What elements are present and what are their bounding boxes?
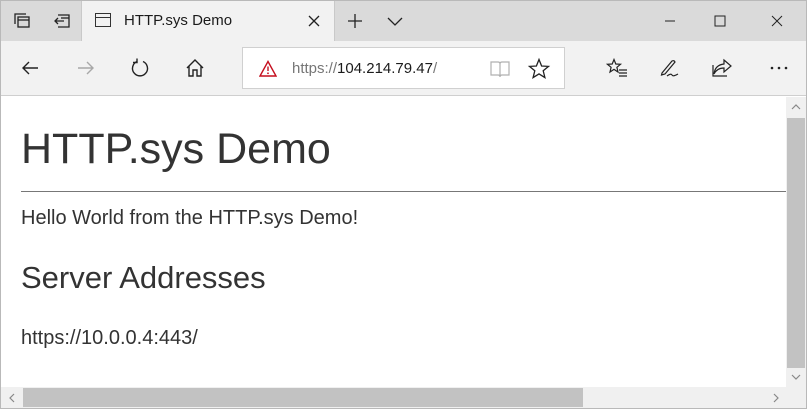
address-bar[interactable]: https://104.214.79.47/ bbox=[242, 47, 565, 89]
page-icon bbox=[95, 13, 111, 27]
pen-icon[interactable] bbox=[650, 49, 688, 87]
greeting-text: Hello World from the HTTP.sys Demo! bbox=[21, 207, 359, 229]
home-icon[interactable] bbox=[176, 49, 214, 87]
favorites-list-icon[interactable] bbox=[598, 49, 636, 87]
tab-title: HTTP.sys Demo bbox=[124, 12, 233, 29]
server-address-item: https://10.0.0.4:443/ bbox=[21, 327, 198, 349]
share-icon[interactable] bbox=[703, 49, 741, 87]
more-icon[interactable] bbox=[760, 49, 798, 87]
address-url[interactable]: https://104.214.79.47/ bbox=[292, 60, 437, 77]
active-tab[interactable]: HTTP.sys Demo bbox=[81, 1, 335, 42]
page-content: HTTP.sys Demo Hello World from the HTTP.… bbox=[1, 97, 786, 387]
close-icon[interactable] bbox=[754, 1, 800, 41]
browser-window: HTTP.sys Demo https://104.214.79.47/ HTT… bbox=[0, 0, 807, 409]
title-bar: HTTP.sys Demo bbox=[1, 1, 806, 42]
chevron-down-icon[interactable] bbox=[378, 1, 412, 41]
url-scheme: https:// bbox=[292, 60, 338, 77]
scroll-down-icon[interactable] bbox=[786, 367, 806, 387]
scrollbar-corner bbox=[786, 387, 806, 408]
url-host: 104.214.79.47 bbox=[337, 60, 433, 77]
set-aside-tabs-icon[interactable] bbox=[45, 1, 79, 41]
minimize-icon[interactable] bbox=[647, 1, 693, 41]
tab-close-icon[interactable] bbox=[304, 11, 324, 31]
back-arrow-icon[interactable] bbox=[11, 49, 49, 87]
maximize-icon[interactable] bbox=[697, 1, 743, 41]
warning-triangle-icon[interactable] bbox=[259, 60, 277, 78]
horizontal-scrollbar[interactable] bbox=[1, 387, 786, 408]
refresh-icon[interactable] bbox=[121, 49, 159, 87]
vertical-scroll-thumb[interactable] bbox=[787, 118, 805, 368]
scroll-right-icon[interactable] bbox=[765, 387, 786, 408]
plus-icon[interactable] bbox=[338, 1, 372, 41]
star-icon[interactable] bbox=[527, 57, 551, 81]
server-addresses-heading: Server Addresses bbox=[21, 260, 266, 295]
navigation-bar: https://104.214.79.47/ bbox=[1, 41, 806, 96]
scroll-left-icon[interactable] bbox=[1, 387, 22, 408]
vertical-scrollbar[interactable] bbox=[786, 97, 806, 387]
divider bbox=[21, 191, 786, 192]
forward-arrow-icon[interactable] bbox=[67, 49, 105, 87]
horizontal-scroll-thumb[interactable] bbox=[23, 388, 583, 407]
book-icon[interactable] bbox=[489, 59, 511, 79]
tab-manager-icon[interactable] bbox=[5, 1, 39, 41]
page-title: HTTP.sys Demo bbox=[21, 125, 331, 173]
url-path: / bbox=[432, 60, 438, 77]
scroll-up-icon[interactable] bbox=[786, 97, 806, 117]
